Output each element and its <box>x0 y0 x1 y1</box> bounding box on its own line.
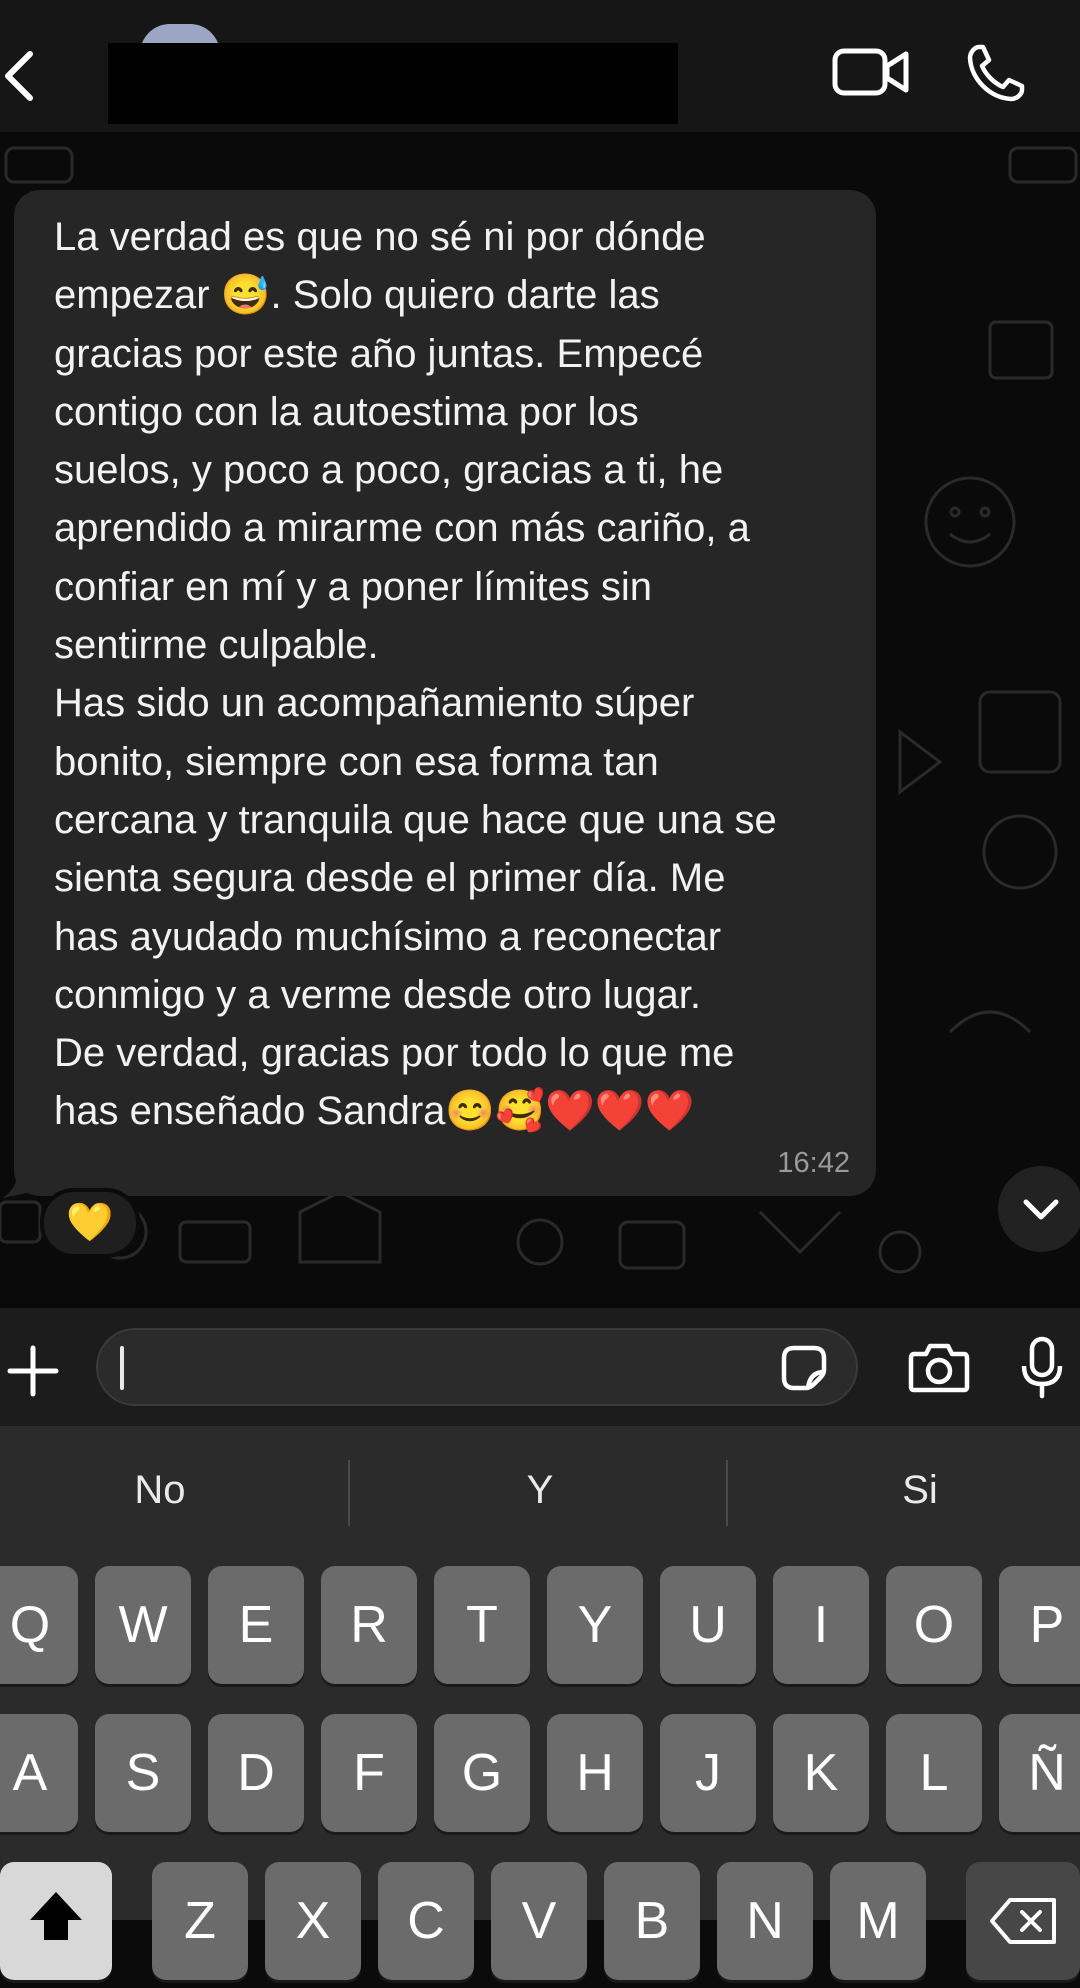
backspace-icon <box>990 1898 1056 1944</box>
suggestion-bar: No Y Si <box>0 1426 1080 1560</box>
sticker-button[interactable] <box>780 1344 828 1392</box>
sticker-icon <box>781 1345 827 1391</box>
message-reaction[interactable]: 💛 <box>40 1188 140 1258</box>
message-bubble[interactable]: La verdad es que no sé ni por dónde empe… <box>14 190 876 1196</box>
key-b[interactable]: B <box>604 1862 700 1980</box>
key-t[interactable]: T <box>434 1566 530 1684</box>
video-camera-icon <box>832 48 909 96</box>
chat-header <box>0 0 1080 132</box>
key-r[interactable]: R <box>321 1566 417 1684</box>
chat-area[interactable]: La verdad es que no sé ni por dónde empe… <box>0 132 1080 1308</box>
key-m[interactable]: M <box>830 1862 926 1980</box>
message-input-bar <box>0 1308 1080 1426</box>
key-v[interactable]: V <box>491 1862 587 1980</box>
key-h[interactable]: H <box>547 1714 643 1832</box>
voice-call-button[interactable] <box>965 42 1027 104</box>
suggestion-divider <box>348 1460 350 1526</box>
key-n-tilde[interactable]: Ñ <box>999 1714 1080 1832</box>
attach-button[interactable] <box>6 1344 60 1398</box>
key-k[interactable]: K <box>773 1714 869 1832</box>
key-c[interactable]: C <box>378 1862 474 1980</box>
message-text: La verdad es que no sé ni por dónde empe… <box>54 215 777 1134</box>
suggestion-3[interactable]: Si <box>820 1460 1020 1520</box>
camera-icon <box>908 1343 970 1393</box>
camera-button[interactable] <box>908 1342 970 1394</box>
back-button[interactable] <box>0 40 50 110</box>
key-d[interactable]: D <box>208 1714 304 1832</box>
keyboard: No Y Si Q W E R T Y U I O P A S D F G H … <box>0 1426 1080 1980</box>
key-z[interactable]: Z <box>152 1862 248 1980</box>
shift-arrow-icon <box>30 1892 82 1940</box>
suggestion-2[interactable]: Y <box>440 1460 640 1520</box>
voice-record-button[interactable] <box>1020 1336 1064 1400</box>
key-w[interactable]: W <box>95 1566 191 1684</box>
scroll-down-button[interactable] <box>998 1166 1080 1252</box>
plus-icon <box>7 1345 59 1397</box>
contact-name-redacted[interactable] <box>108 43 678 124</box>
key-x[interactable]: X <box>265 1862 361 1980</box>
key-i[interactable]: I <box>773 1566 869 1684</box>
key-p[interactable]: P <box>999 1566 1080 1684</box>
message-timestamp: 16:42 <box>777 1147 850 1179</box>
phone-icon <box>967 44 1025 102</box>
key-s[interactable]: S <box>95 1714 191 1832</box>
key-n[interactable]: N <box>717 1862 813 1980</box>
chevron-down-icon <box>1023 1199 1059 1220</box>
video-call-button[interactable] <box>832 46 910 98</box>
key-e[interactable]: E <box>208 1566 304 1684</box>
key-f[interactable]: F <box>321 1714 417 1832</box>
shift-key[interactable] <box>0 1862 112 1980</box>
chevron-left-icon <box>5 51 33 101</box>
backspace-key[interactable] <box>966 1862 1080 1980</box>
key-y[interactable]: Y <box>547 1566 643 1684</box>
text-caret <box>120 1346 124 1390</box>
key-q[interactable]: Q <box>0 1566 78 1684</box>
suggestion-1[interactable]: No <box>60 1460 260 1520</box>
key-j[interactable]: J <box>660 1714 756 1832</box>
key-u[interactable]: U <box>660 1566 756 1684</box>
key-o[interactable]: O <box>886 1566 982 1684</box>
suggestion-divider <box>726 1460 728 1526</box>
microphone-icon <box>1021 1336 1063 1399</box>
bubble-tail <box>2 1172 30 1198</box>
key-g[interactable]: G <box>434 1714 530 1832</box>
key-a[interactable]: A <box>0 1714 78 1832</box>
message-input[interactable] <box>96 1328 858 1406</box>
key-l[interactable]: L <box>886 1714 982 1832</box>
